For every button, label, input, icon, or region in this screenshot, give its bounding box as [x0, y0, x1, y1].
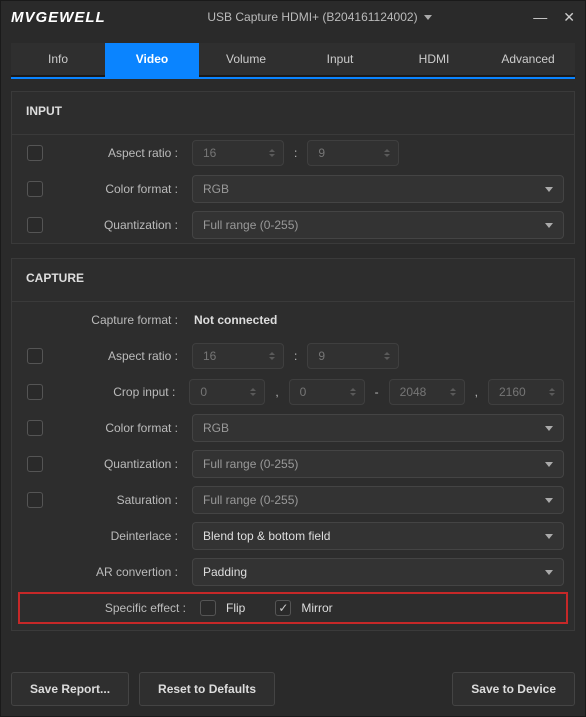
capture-aspect-label: Aspect ratio :: [58, 349, 182, 363]
mirror-checkbox[interactable]: [275, 600, 291, 616]
input-colorfmt-row: Color format : RGB: [12, 171, 574, 207]
capture-quant-select[interactable]: Full range (0-255): [192, 450, 564, 478]
titlebar: MVGEWELL USB Capture HDMI+ (B20416112400…: [1, 1, 585, 33]
capture-section-title: CAPTURE: [12, 259, 574, 302]
capture-format-label: Capture format :: [58, 313, 182, 327]
reset-defaults-button[interactable]: Reset to Defaults: [139, 672, 275, 706]
chevron-down-icon: [545, 498, 553, 503]
chevron-down-icon: [545, 534, 553, 539]
input-section-title: INPUT: [12, 92, 574, 135]
capture-colorfmt-checkbox[interactable]: [27, 420, 43, 436]
input-aspect-checkbox[interactable]: [27, 145, 43, 161]
capture-sat-label: Saturation :: [58, 493, 182, 507]
tab-advanced[interactable]: Advanced: [481, 43, 575, 77]
chevron-down-icon: [545, 223, 553, 228]
chevron-down-icon: [545, 187, 553, 192]
input-quant-row: Quantization : Full range (0-255): [12, 207, 574, 243]
capture-format-value: Not connected: [192, 313, 277, 327]
capture-aspect-width[interactable]: 16: [192, 343, 284, 369]
capture-quant-row: Quantization : Full range (0-255): [12, 446, 574, 482]
content-area: INPUT Aspect ratio : 16 : 9 Color format…: [1, 79, 585, 662]
input-section: INPUT Aspect ratio : 16 : 9 Color format…: [11, 91, 575, 244]
capture-quant-label: Quantization :: [58, 457, 182, 471]
save-report-button[interactable]: Save Report...: [11, 672, 129, 706]
capture-section: CAPTURE Capture format : Not connected A…: [11, 258, 575, 631]
capture-crop-checkbox[interactable]: [27, 384, 43, 400]
save-to-device-button[interactable]: Save to Device: [452, 672, 575, 706]
tab-volume[interactable]: Volume: [199, 43, 293, 77]
window-controls: — ✕: [533, 10, 575, 24]
input-quant-checkbox[interactable]: [27, 217, 43, 233]
tab-video[interactable]: Video: [105, 43, 199, 77]
capture-aspect-checkbox[interactable]: [27, 348, 43, 364]
input-colorfmt-checkbox[interactable]: [27, 181, 43, 197]
chevron-down-icon: [545, 570, 553, 575]
capture-crop-label: Crop input :: [58, 385, 180, 399]
tab-hdmi[interactable]: HDMI: [387, 43, 481, 77]
capture-aspect-row: Aspect ratio : 16 : 9: [12, 338, 574, 374]
capture-deint-row: Deinterlace : Blend top & bottom field: [12, 518, 574, 554]
capture-quant-checkbox[interactable]: [27, 456, 43, 472]
capture-colorfmt-label: Color format :: [58, 421, 182, 435]
capture-ar-row: AR convertion : Padding: [12, 554, 574, 590]
capture-crop-row: Crop input : 0 , 0 - 2048 , 2160: [12, 374, 574, 410]
minimize-button[interactable]: —: [533, 10, 547, 24]
flip-checkbox[interactable]: [200, 600, 216, 616]
capture-ar-label: AR convertion :: [58, 565, 182, 579]
input-quant-label: Quantization :: [58, 218, 182, 232]
capture-colorfmt-row: Color format : RGB: [12, 410, 574, 446]
app-window: MVGEWELL USB Capture HDMI+ (B20416112400…: [0, 0, 586, 717]
crop-y[interactable]: 0: [289, 379, 365, 405]
capture-deint-select[interactable]: Blend top & bottom field: [192, 522, 564, 550]
capture-deint-label: Deinterlace :: [58, 529, 182, 543]
capture-sat-checkbox[interactable]: [27, 492, 43, 508]
crop-x[interactable]: 0: [189, 379, 265, 405]
crop-w[interactable]: 2048: [389, 379, 465, 405]
input-quant-select[interactable]: Full range (0-255): [192, 211, 564, 239]
chevron-down-icon: [424, 15, 432, 20]
crop-h[interactable]: 2160: [488, 379, 564, 405]
capture-sat-select[interactable]: Full range (0-255): [192, 486, 564, 514]
input-aspect-height[interactable]: 9: [307, 140, 399, 166]
close-button[interactable]: ✕: [563, 10, 575, 24]
aspect-sep: :: [290, 146, 301, 160]
device-selector[interactable]: USB Capture HDMI+ (B204161124002): [114, 10, 526, 24]
logo: MVGEWELL: [11, 9, 106, 26]
capture-colorfmt-select[interactable]: RGB: [192, 414, 564, 442]
footer: Save Report... Reset to Defaults Save to…: [1, 662, 585, 716]
capture-specific-effect-row: Specific effect : Flip Mirror: [18, 592, 568, 624]
mirror-label: Mirror: [301, 601, 332, 615]
chevron-down-icon: [545, 426, 553, 431]
input-colorfmt-label: Color format :: [58, 182, 182, 196]
input-colorfmt-select[interactable]: RGB: [192, 175, 564, 203]
device-name: USB Capture HDMI+ (B204161124002): [207, 10, 417, 24]
input-aspect-width[interactable]: 16: [192, 140, 284, 166]
capture-ar-select[interactable]: Padding: [192, 558, 564, 586]
tab-input[interactable]: Input: [293, 43, 387, 77]
flip-label: Flip: [226, 601, 245, 615]
tab-bar: Info Video Volume Input HDMI Advanced: [11, 43, 575, 77]
capture-sat-row: Saturation : Full range (0-255): [12, 482, 574, 518]
capture-aspect-height[interactable]: 9: [307, 343, 399, 369]
input-aspect-label: Aspect ratio :: [58, 146, 182, 160]
input-aspect-row: Aspect ratio : 16 : 9: [12, 135, 574, 171]
tab-info[interactable]: Info: [11, 43, 105, 77]
capture-fx-label: Specific effect :: [66, 601, 190, 615]
capture-format-row: Capture format : Not connected: [12, 302, 574, 338]
chevron-down-icon: [545, 462, 553, 467]
